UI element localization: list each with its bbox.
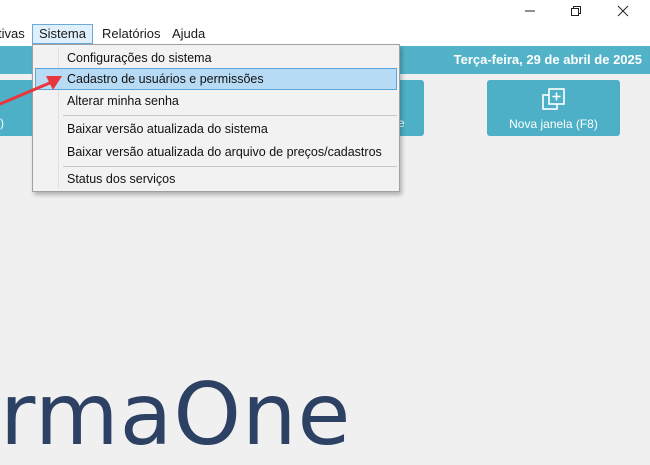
new-window-button[interactable]: Nova janela (F8) xyxy=(487,80,620,136)
sistema-dropdown-menu: Configurações do sistema Cadastro de usu… xyxy=(32,44,400,192)
brand-logo-text: rmaOne xyxy=(0,365,352,465)
menu-item-ajuda[interactable]: Ajuda xyxy=(166,24,211,44)
menu-item-baixar-sistema[interactable]: Baixar versão atualizada do sistema xyxy=(35,118,397,140)
menu-item-status-servicos[interactable]: Status dos serviços xyxy=(35,168,397,190)
menu-separator xyxy=(63,115,397,116)
new-window-icon xyxy=(541,88,567,112)
tile-left-label: ) xyxy=(0,116,4,130)
restore-icon[interactable] xyxy=(553,0,599,22)
menu-item-cadastro-usuarios[interactable]: Cadastro de usuários e permissões xyxy=(35,68,397,90)
menu-separator xyxy=(63,166,397,167)
title-bar xyxy=(0,0,650,22)
menu-item-alterar-senha[interactable]: Alterar minha senha xyxy=(35,90,397,112)
new-window-label: Nova janela (F8) xyxy=(509,117,598,131)
date-label: Terça-feira, 29 de abril de 2025 xyxy=(453,52,642,67)
menu-item-partial[interactable]: tivas xyxy=(0,24,31,44)
menu-item-configuracoes[interactable]: Configurações do sistema xyxy=(35,47,397,69)
menu-bar: tivas Sistema Relatórios Ajuda xyxy=(0,22,650,46)
menu-item-relatorios[interactable]: Relatórios xyxy=(96,24,167,44)
minimize-icon[interactable] xyxy=(507,0,553,22)
menu-item-baixar-precos[interactable]: Baixar versão atualizada do arquivo de p… xyxy=(35,141,397,163)
close-icon[interactable] xyxy=(600,0,646,22)
menu-item-sistema[interactable]: Sistema xyxy=(32,24,93,44)
